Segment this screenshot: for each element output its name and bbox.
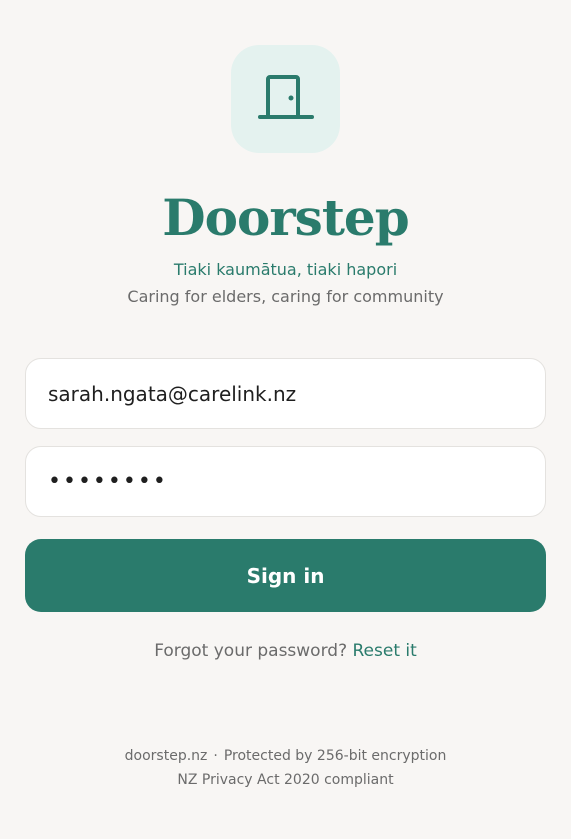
sign-in-button[interactable]: Sign in [25, 539, 546, 612]
reset-password-link[interactable]: Reset it [353, 641, 417, 661]
footer-info: doorstep.nz · Protected by 256-bit encrypt… [0, 746, 571, 766]
footer-security: Protected by 256-bit encryption [223, 748, 447, 764]
tagline-maori: Tiaki kaumātua, tiaki hapori [173, 260, 398, 279]
forgot-password-text: Forgot your password? [154, 641, 348, 661]
tagline-english: Caring for elders, caring for community [127, 287, 444, 306]
footer-site: doorstep.nz [124, 748, 208, 764]
password-field[interactable] [25, 446, 546, 517]
app-logo [231, 45, 340, 153]
footer-separator: · [213, 748, 218, 764]
footer-compliance: NZ Privacy Act 2020 compliant [177, 772, 394, 788]
door-icon [257, 75, 314, 119]
email-field[interactable] [25, 358, 546, 429]
forgot-password-row: Forgot your password? Reset it [0, 640, 571, 662]
app-title: Doorstep [162, 188, 409, 247]
